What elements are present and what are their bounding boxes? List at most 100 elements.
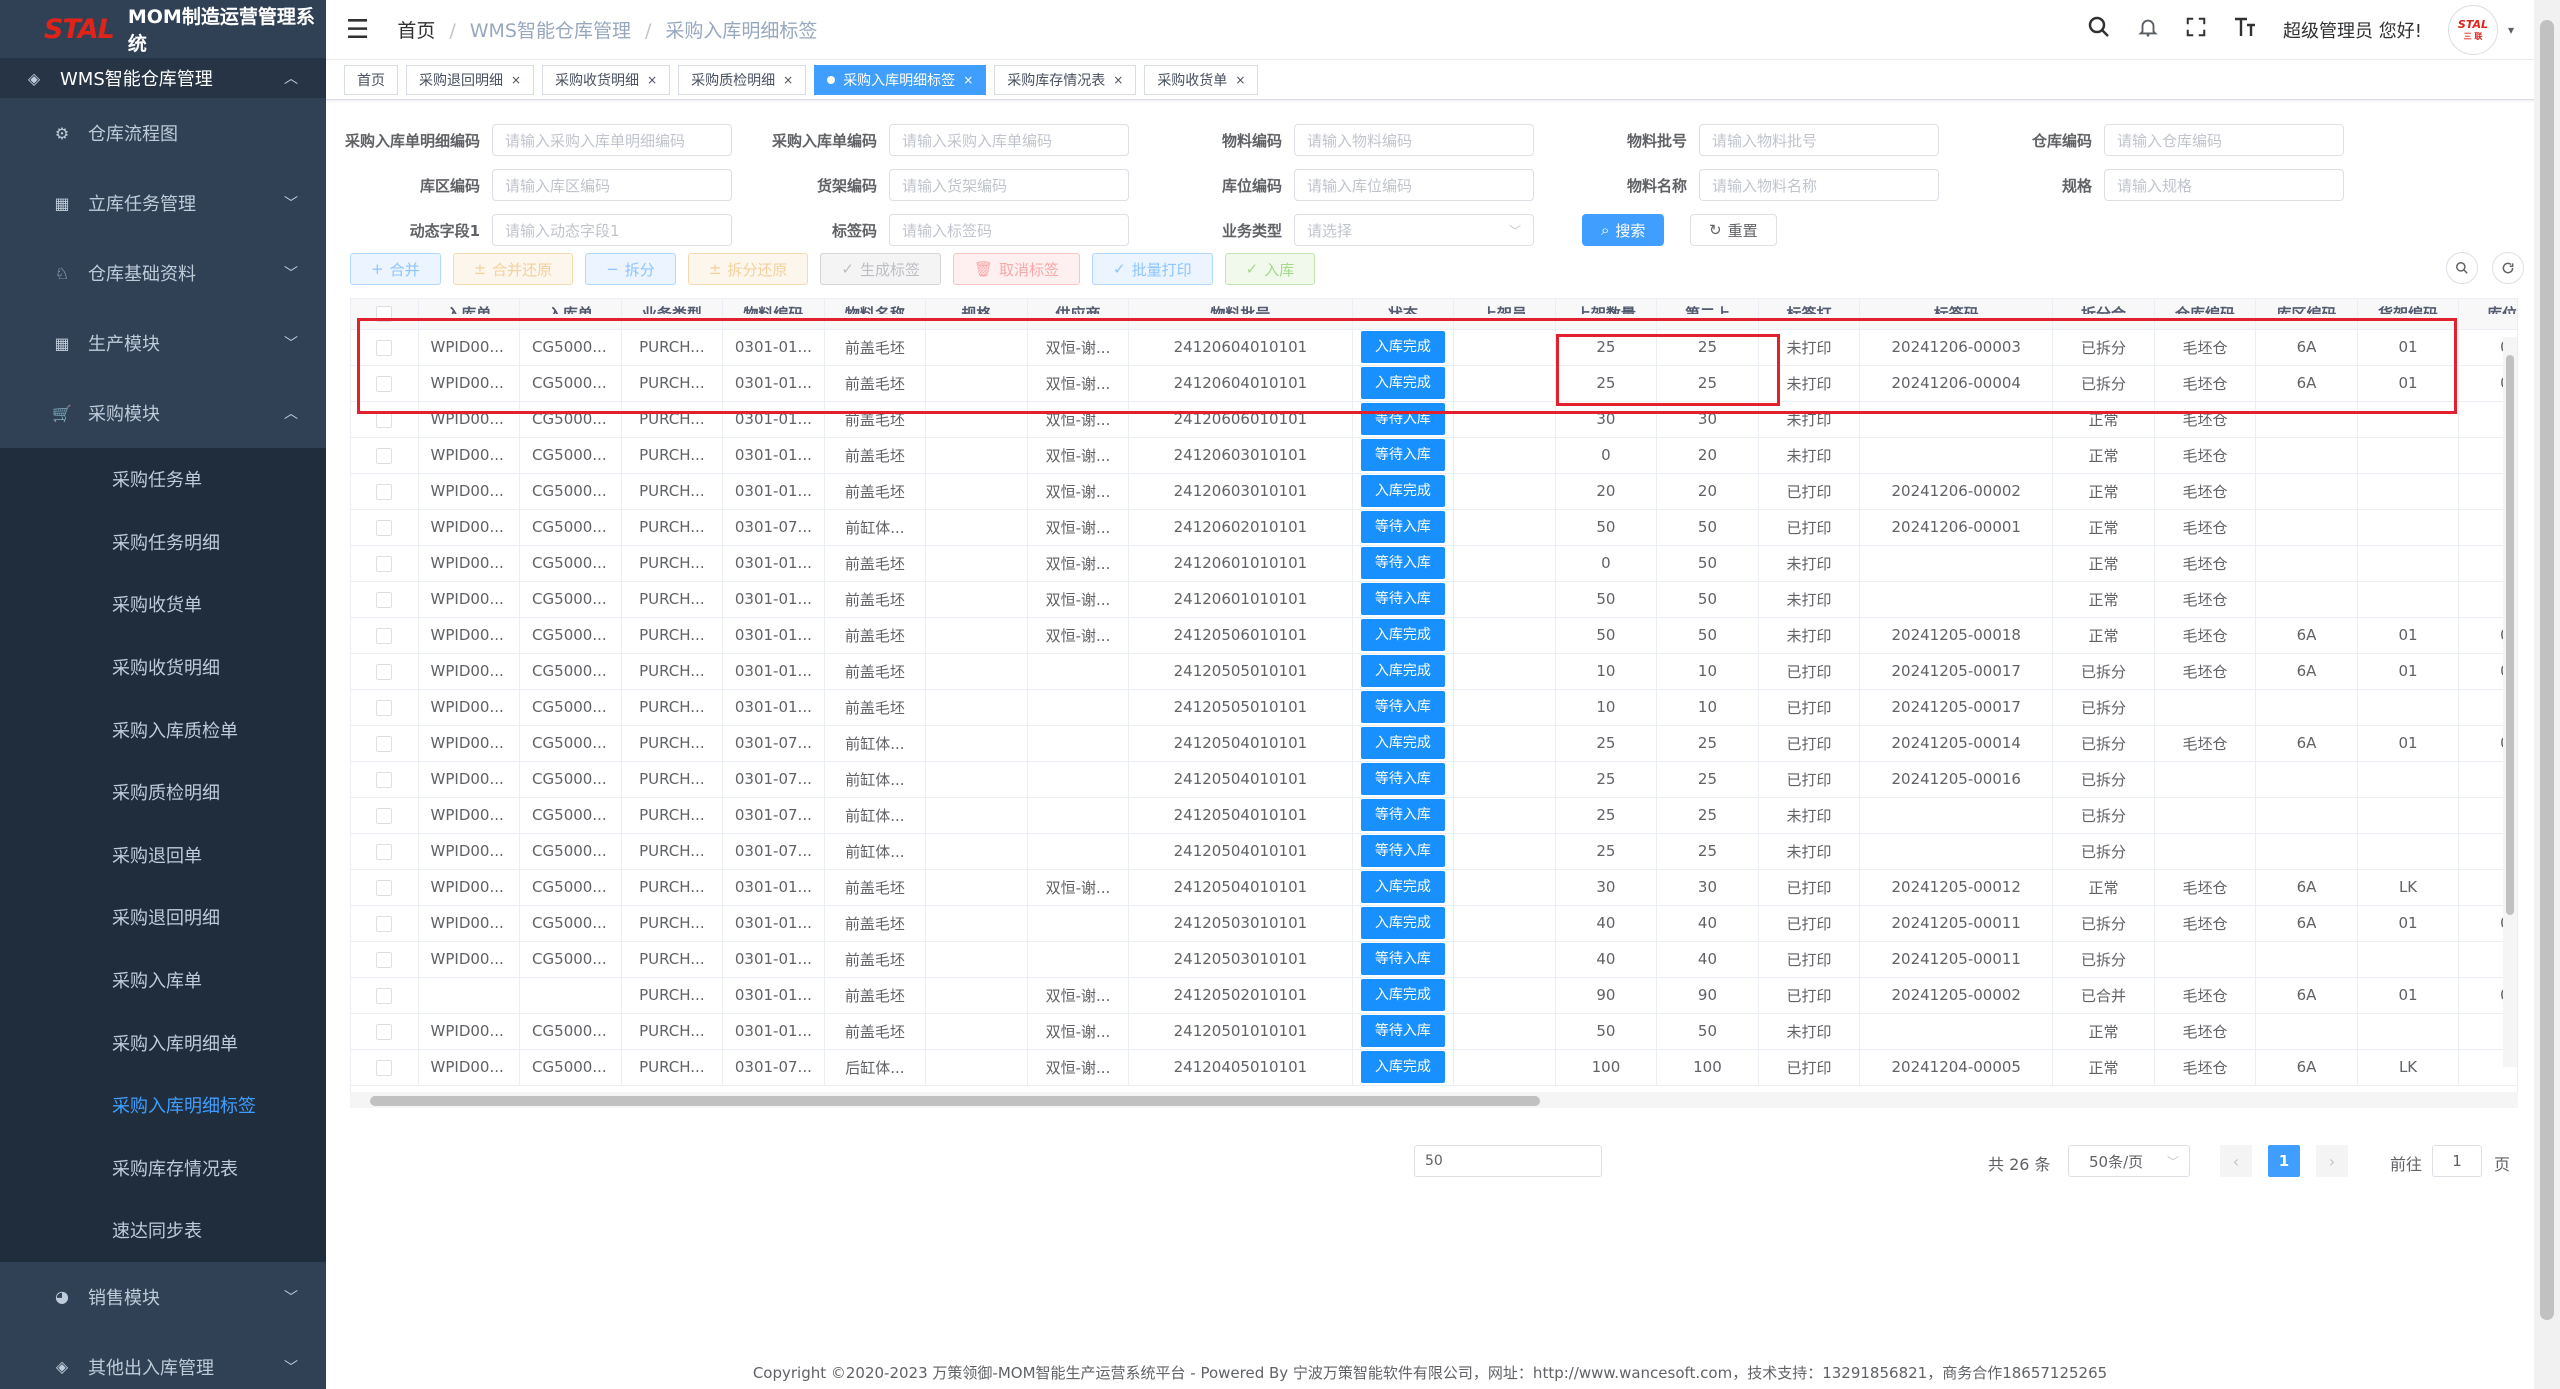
table-row[interactable]: WPID00... CG5000... PURCH... 0301-01... 前盖毛坯… [351, 401, 2517, 438]
row-checkbox[interactable] [376, 699, 393, 716]
search-button[interactable]: ⌕ 搜索 [1582, 214, 1665, 246]
table-row[interactable]: WPID00... CG5000... PURCH... 0301-01... 前盖毛坯… [351, 905, 2517, 942]
filter-input[interactable]: 请输入库位编码 [1294, 169, 1534, 201]
row-checkbox[interactable] [376, 915, 393, 932]
table-row[interactable]: WPID00... CG5000... PURCH... 0301-01... 前盖毛坯… [351, 437, 2517, 474]
table-row[interactable]: WPID00... CG5000... PURCH... 0301-01... 前盖毛坯… [351, 1013, 2517, 1050]
table-row[interactable]: WPID00... CG5000... PURCH... 0301-01... 前盖毛坯… [351, 869, 2517, 906]
row-checkbox[interactable] [376, 987, 393, 1004]
status-button[interactable]: 等待入库 [1360, 943, 1445, 975]
filter-input[interactable]: 请输入物料批号 [1699, 124, 1939, 156]
avatar[interactable]: STAL 三 联 [2447, 5, 2498, 55]
sidebar-subitem[interactable]: 采购质检明细 [0, 760, 326, 824]
tab-item[interactable]: 采购退回明细 × [406, 64, 535, 95]
row-checkbox[interactable] [376, 735, 393, 752]
status-button[interactable]: 等待入库 [1360, 691, 1445, 723]
table-row[interactable]: WPID00... CG5000... PURCH... 0301-01... 前盖毛坯… [351, 617, 2517, 654]
table-row[interactable]: WPID00... CG5000... PURCH... 0301-07... 前缸体.… [351, 797, 2517, 834]
filter-input[interactable]: 请输入货架编码 [889, 169, 1129, 201]
status-button[interactable]: 入库完成 [1360, 367, 1445, 399]
close-icon[interactable]: × [1235, 73, 1245, 87]
sidebar-subitem[interactable]: 采购入库明细标签 [0, 1073, 326, 1137]
row-checkbox[interactable] [376, 555, 393, 572]
table-vertical-scrollbar[interactable] [2503, 337, 2517, 1067]
status-button[interactable]: 等待入库 [1360, 547, 1445, 579]
tab-item[interactable]: 采购入库明细标签 × [814, 64, 987, 95]
status-button[interactable]: 入库完成 [1360, 655, 1445, 687]
sidebar-subitem[interactable]: 速达同步表 [0, 1199, 326, 1262]
toolbar-button[interactable]: ± 合并还原 [452, 253, 574, 285]
tab-item[interactable]: 采购库存情况表 × [994, 64, 1137, 95]
tab-item[interactable]: 首页 [344, 64, 398, 95]
caret-down-icon[interactable]: ▾ [2508, 23, 2514, 37]
table-row[interactable]: WPID00... CG5000... PURCH... 0301-01... 前盖毛坯… [351, 941, 2517, 978]
scrollbar-thumb[interactable] [370, 1096, 1540, 1106]
sidebar-subitem[interactable]: 采购退回明细 [0, 886, 326, 949]
row-checkbox[interactable] [376, 591, 393, 608]
table-row[interactable]: WPID00... CG5000... PURCH... 0301-01... 前盖毛坯… [351, 653, 2517, 690]
tab-item[interactable]: 采购质检明细 × [678, 64, 807, 95]
row-checkbox[interactable] [376, 663, 393, 680]
font-size-icon[interactable] [2233, 16, 2257, 44]
row-checkbox[interactable] [376, 843, 393, 860]
page-scrollbar[interactable] [2534, 0, 2560, 1389]
sidebar-subitem[interactable]: 采购入库明细单 [0, 1011, 326, 1074]
row-checkbox[interactable] [376, 627, 393, 644]
row-checkbox[interactable] [376, 1023, 393, 1040]
row-checkbox[interactable] [376, 879, 393, 896]
row-checkbox[interactable] [376, 447, 393, 464]
close-icon[interactable]: × [647, 73, 657, 87]
sidebar-subitem[interactable]: 采购入库质检单 [0, 698, 326, 761]
row-checkbox[interactable] [376, 483, 393, 500]
table-row[interactable]: WPID00... CG5000... PURCH... 0301-01... 前盖毛坯… [351, 329, 2517, 366]
filter-input[interactable]: 请输入采购入库单编码 [889, 124, 1129, 156]
status-button[interactable]: 等待入库 [1360, 799, 1445, 831]
status-button[interactable]: 入库完成 [1360, 727, 1445, 759]
hamburger-icon[interactable]: ☰ [346, 15, 369, 45]
status-button[interactable]: 入库完成 [1360, 475, 1445, 507]
table-row[interactable]: WPID00... CG5000... PURCH... 0301-07... 前缸体.… [351, 761, 2517, 798]
status-button[interactable]: 等待入库 [1360, 511, 1445, 543]
prev-page-button[interactable]: ‹ [2220, 1145, 2252, 1177]
next-page-button[interactable]: › [2316, 1145, 2348, 1177]
status-button[interactable]: 等待入库 [1360, 763, 1445, 795]
status-button[interactable]: 等待入库 [1360, 1015, 1445, 1047]
sidebar-item-wms[interactable]: ◈ WMS智能仓库管理 ︿ [0, 58, 326, 98]
close-icon[interactable]: × [511, 73, 521, 87]
table-row[interactable]: WPID00... CG5000... PURCH... 0301-07... 前缸体.… [351, 833, 2517, 870]
reset-button[interactable]: ↻ 重置 [1690, 214, 1777, 246]
toolbar-button[interactable]: ✓ 生成标签 [820, 253, 941, 285]
filter-input[interactable]: 请输入动态字段1 [492, 214, 732, 246]
sidebar-item[interactable]: ◈ 其他出入库管理 ﹀ [0, 1332, 326, 1389]
scrollbar-thumb[interactable] [2506, 355, 2514, 915]
table-row[interactable]: WPID00... CG5000... PURCH... 0301-01... 前盖毛坯… [351, 581, 2517, 618]
row-checkbox[interactable] [376, 519, 393, 536]
close-icon[interactable]: × [1113, 73, 1123, 87]
table-horizontal-scrollbar[interactable] [350, 1092, 2518, 1108]
breadcrumb-home[interactable]: 首页 [397, 20, 435, 42]
user-greeting[interactable]: 超级管理员 您好! [2283, 17, 2422, 43]
tab-item[interactable]: 采购收货单 × [1144, 64, 1259, 95]
row-checkbox[interactable] [376, 771, 393, 788]
column-header[interactable] [351, 299, 419, 330]
table-row[interactable]: WPID00... CG5000... PURCH... 0301-01... 前盖毛坯… [351, 365, 2517, 402]
row-checkbox[interactable] [376, 951, 393, 968]
toolbar-button[interactable]: + 合并 [350, 253, 441, 285]
scrollbar-thumb[interactable] [2540, 20, 2554, 1320]
page-number-current[interactable]: 1 [2268, 1145, 2300, 1177]
filter-input[interactable]: 请输入物料名称 [1699, 169, 1939, 201]
page-size-input[interactable]: 50 [1414, 1145, 1602, 1177]
row-checkbox[interactable] [376, 339, 393, 356]
sidebar-item[interactable]: ▦ 生产模块 ﹀ [0, 308, 326, 378]
sidebar-item-purchase[interactable]: 🛒 采购模块 ︿ [0, 378, 326, 448]
toolbar-button[interactable]: ± 拆分还原 [687, 253, 809, 285]
status-button[interactable]: 等待入库 [1360, 835, 1445, 867]
row-checkbox[interactable] [376, 411, 393, 428]
row-checkbox[interactable] [376, 807, 393, 824]
filter-input[interactable]: 请输入物料编码 [1294, 124, 1534, 156]
table-row[interactable]: WPID00... CG5000... PURCH... 0301-07... 后缸体.… [351, 1049, 2517, 1086]
status-button[interactable]: 等待入库 [1360, 439, 1445, 471]
close-icon[interactable]: × [963, 73, 973, 87]
toggle-search-icon[interactable] [2446, 252, 2478, 284]
goto-page-input[interactable]: 1 [2432, 1145, 2482, 1177]
